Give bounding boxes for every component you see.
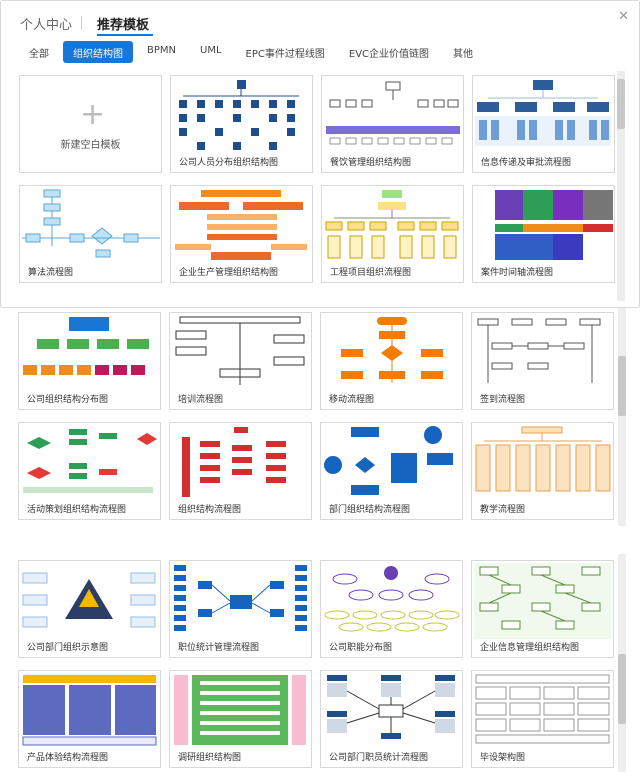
template-thumbnail xyxy=(174,565,307,631)
template-thumbnail xyxy=(475,80,611,146)
template-card-title: 企业生产管理组织结构图 xyxy=(179,268,279,278)
new-blank-template-card[interactable]: + 新建空白模板 xyxy=(19,75,162,173)
template-card[interactable]: 移动流程图 xyxy=(320,312,463,410)
template-card-title: 职位统计管理流程图 xyxy=(178,643,260,653)
scrollbar[interactable] xyxy=(618,554,626,772)
template-card-title: 工程项目组织流程图 xyxy=(330,268,412,278)
template-card-title: 移动流程图 xyxy=(329,395,375,405)
template-card[interactable]: 案件时间轴流程图 xyxy=(472,185,615,283)
template-card-title: 公司部门组织示意图 xyxy=(27,643,109,653)
template-card-title: 餐饮管理组织结构图 xyxy=(330,158,412,168)
template-thumbnail xyxy=(327,675,455,739)
template-card-title: 公司部门职员统计流程图 xyxy=(329,753,429,763)
template-card[interactable]: 信息传递及审批流程图 xyxy=(472,75,615,173)
template-card[interactable]: 产品体验结构流程图 xyxy=(18,670,161,768)
template-card-title: 部门组织结构流程图 xyxy=(329,505,411,515)
template-card-title: 企业信息管理组织结构图 xyxy=(480,643,580,653)
template-card-title: 活动策划组织结构流程图 xyxy=(27,505,127,515)
template-card-title: 公司人员分布组织结构图 xyxy=(179,158,279,168)
template-card-title: 培训流程图 xyxy=(178,395,224,405)
template-card[interactable]: 公司组织结构分布图 xyxy=(18,312,161,410)
category-other[interactable]: 其他 xyxy=(443,41,483,63)
category-evc[interactable]: EVC企业价值链图 xyxy=(339,41,439,63)
template-list-section: 公司组织结构分布图 培训流程图 移动流程图 签到流程图 活动策划组织结构流程图 … xyxy=(0,308,640,530)
template-card[interactable]: 组织结构流程图 xyxy=(169,422,312,520)
template-card[interactable]: 职位统计管理流程图 xyxy=(169,560,312,658)
template-card[interactable]: 调研组织结构图 xyxy=(169,670,312,768)
category-uml[interactable]: UML xyxy=(190,41,232,63)
scrollbar-thumb[interactable] xyxy=(618,356,626,416)
template-thumbnail xyxy=(324,426,453,495)
tab-divider xyxy=(81,16,82,30)
template-thumbnail xyxy=(23,317,149,375)
template-thumbnail xyxy=(182,427,286,497)
template-thumbnail xyxy=(174,675,306,745)
template-card-title: 毕设架构图 xyxy=(480,753,526,763)
scrollbar-thumb[interactable] xyxy=(618,654,626,724)
template-thumbnail xyxy=(22,572,156,628)
template-card-title: 案件时间轴流程图 xyxy=(481,268,554,278)
template-card[interactable]: 部门组织结构流程图 xyxy=(320,422,463,520)
template-card[interactable]: 算法流程图 xyxy=(19,185,162,283)
category-org-chart[interactable]: 组织结构图 xyxy=(63,41,133,63)
template-card[interactable]: 餐饮管理组织结构图 xyxy=(321,75,464,173)
template-thumbnail xyxy=(475,188,613,260)
template-list-section: 公司部门组织示意图 职位统计管理流程图 公司职能分布图 企业信息管理组织结构图 … xyxy=(0,554,640,777)
template-card[interactable]: 工程项目组织流程图 xyxy=(321,185,464,283)
scrollbar[interactable] xyxy=(617,71,625,301)
template-card-title: 公司职能分布图 xyxy=(329,643,393,653)
template-card[interactable]: 培训流程图 xyxy=(169,312,312,410)
template-thumbnail xyxy=(326,81,460,145)
template-card[interactable]: 教学流程图 xyxy=(471,422,614,520)
template-thumbnail xyxy=(22,675,157,746)
template-grid: 公司组织结构分布图 培训流程图 移动流程图 签到流程图 活动策划组织结构流程图 … xyxy=(18,312,614,520)
template-card[interactable]: 公司部门组织示意图 xyxy=(18,560,161,658)
template-thumbnail xyxy=(23,429,157,493)
template-thumbnail xyxy=(175,316,305,385)
template-thumbnail xyxy=(325,190,459,259)
template-card[interactable]: 公司部门职员统计流程图 xyxy=(320,670,463,768)
template-card-title: 组织结构流程图 xyxy=(178,505,242,515)
scrollbar-thumb[interactable] xyxy=(617,79,625,129)
template-grid: + 新建空白模板 公司人员分布组织结构图 餐饮管理组织结构图 信息传递及审批流程… xyxy=(19,75,615,283)
category-epc[interactable]: EPC事件过程线图 xyxy=(236,41,335,63)
template-thumbnail xyxy=(474,563,611,639)
template-card[interactable]: 企业信息管理组织结构图 xyxy=(471,560,614,658)
close-icon[interactable]: ✕ xyxy=(618,9,629,24)
template-card-title: 签到流程图 xyxy=(480,395,526,405)
template-card[interactable]: 公司职能分布图 xyxy=(320,560,463,658)
template-card-title: 调研组织结构图 xyxy=(178,753,242,763)
template-thumbnail xyxy=(477,318,601,383)
dialog-header: 个人中心 推荐模板 ✕ xyxy=(1,1,639,39)
template-thumbnail xyxy=(324,566,460,632)
new-blank-template-label: 新建空白模板 xyxy=(60,140,121,151)
template-dialog: 个人中心 推荐模板 ✕ 全部 组织结构图 BPMN UML EPC事件过程线图 … xyxy=(0,0,640,308)
category-all[interactable]: 全部 xyxy=(19,41,59,63)
template-thumbnail xyxy=(475,426,611,492)
template-card-title: 产品体验结构流程图 xyxy=(27,753,109,763)
template-card-title: 公司组织结构分布图 xyxy=(27,395,109,405)
category-bar: 全部 组织结构图 BPMN UML EPC事件过程线图 EVC企业价值链图 其他 xyxy=(19,41,487,63)
template-thumbnail xyxy=(475,674,610,744)
template-thumbnail xyxy=(22,189,160,258)
template-card-title: 算法流程图 xyxy=(28,268,74,278)
template-card[interactable]: 毕设架构图 xyxy=(471,670,614,768)
tab-recommended-templates[interactable]: 推荐模板 xyxy=(97,14,149,33)
category-bpmn[interactable]: BPMN xyxy=(137,41,186,63)
template-card[interactable]: 活动策划组织结构流程图 xyxy=(18,422,161,520)
template-card[interactable]: 企业生产管理组织结构图 xyxy=(170,185,313,283)
template-thumbnail xyxy=(341,317,443,383)
template-card[interactable]: 签到流程图 xyxy=(471,312,614,410)
template-grid: 公司部门组织示意图 职位统计管理流程图 公司职能分布图 企业信息管理组织结构图 … xyxy=(18,560,614,768)
template-thumbnail xyxy=(179,80,299,150)
template-thumbnail xyxy=(175,190,307,260)
plus-icon: + xyxy=(80,97,106,132)
scrollbar[interactable] xyxy=(618,308,626,526)
active-tab-indicator xyxy=(97,34,153,36)
template-card-title: 教学流程图 xyxy=(480,505,526,515)
template-card-title: 信息传递及审批流程图 xyxy=(481,158,572,168)
tab-personal-center[interactable]: 个人中心 xyxy=(20,14,72,33)
template-card[interactable]: 公司人员分布组织结构图 xyxy=(170,75,313,173)
